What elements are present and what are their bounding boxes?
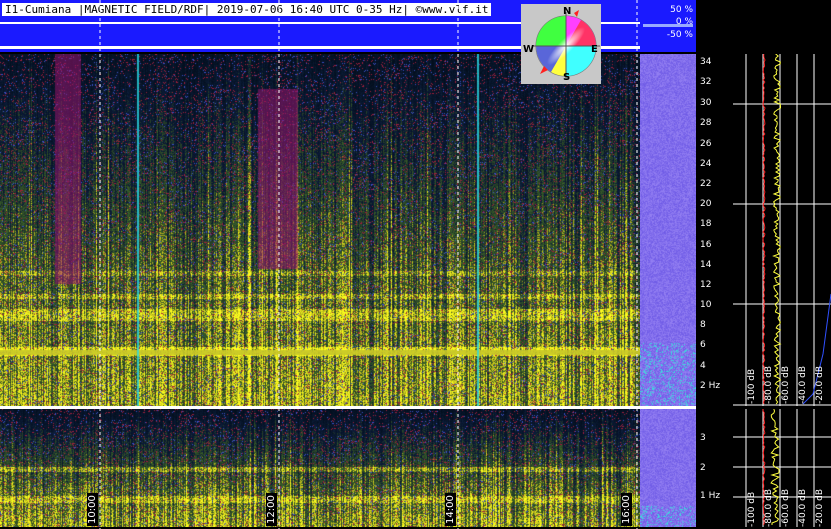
freq-label: 3 <box>700 433 706 443</box>
compass-e: E <box>591 44 598 55</box>
time-label-1400: 14:00 <box>445 493 456 526</box>
freq-label: 10 <box>700 300 712 310</box>
db-label: -20.0 dB <box>815 488 825 527</box>
freq-label: 26 <box>700 139 712 149</box>
db-label: -80.0 dB <box>764 365 774 404</box>
compass-w: W <box>523 44 535 55</box>
freq-label: 34 <box>700 57 712 67</box>
freq-label: 24 <box>700 159 712 169</box>
pct-bot-label: -50 % <box>666 30 693 40</box>
freq-label: 2 <box>700 463 706 473</box>
pct-top-label: 50 % <box>670 5 693 15</box>
freq-label: 28 <box>700 118 712 128</box>
freq-label: 4 <box>700 361 706 371</box>
db-label: -40.0 dB <box>798 365 808 404</box>
realtime-strip-lower <box>640 409 696 527</box>
freq-label: 18 <box>700 219 712 229</box>
freq-label: 22 <box>700 179 712 189</box>
realtime-strip-upper <box>640 54 696 406</box>
freq-label: 30 <box>700 98 712 108</box>
time-label-1200: 12:00 <box>266 493 277 526</box>
compass-rose: N S E W <box>521 4 601 84</box>
compass-n: N <box>563 6 572 17</box>
freq-label: 6 <box>700 340 706 350</box>
freq-label: 20 <box>700 199 712 209</box>
time-label-1600: 16:00 <box>621 493 632 526</box>
db-label: -80.0 dB <box>764 488 774 527</box>
db-label: -100 dB <box>747 368 757 404</box>
freq-label: 12 <box>700 280 712 290</box>
freq-label: 1 Hz <box>700 491 721 501</box>
db-label: -20.0 dB <box>815 365 825 404</box>
time-label-1000: 10:00 <box>87 493 98 526</box>
db-label: -60.0 dB <box>781 365 791 404</box>
compass-s: S <box>563 72 571 83</box>
db-label: -60.0 dB <box>781 488 791 527</box>
freq-label: 16 <box>700 240 712 250</box>
freq-label: 32 <box>700 77 712 87</box>
freq-label: 2 Hz <box>700 381 721 391</box>
freq-label: 8 <box>700 320 706 330</box>
spectrum-profile-upper <box>733 54 831 406</box>
freq-label: 14 <box>700 260 712 270</box>
db-label: -40.0 dB <box>798 488 808 527</box>
db-label: -100 dB <box>747 491 757 527</box>
percent-trace <box>643 24 693 27</box>
